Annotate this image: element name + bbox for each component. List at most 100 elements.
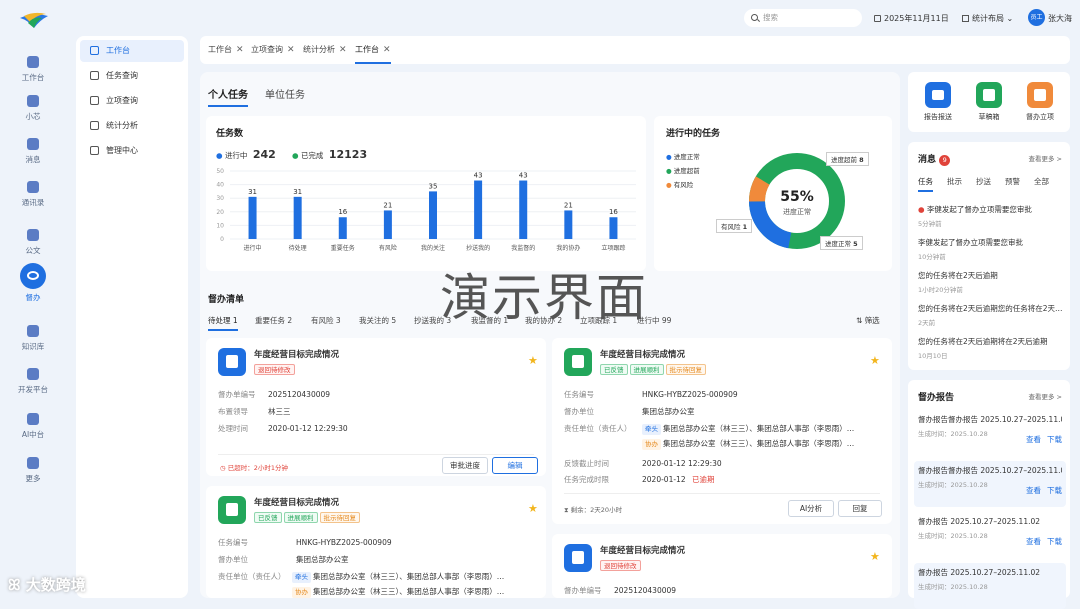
layout-dropdown[interactable]: 统计布局 ⌄: [962, 13, 1013, 24]
ongoing-tasks-card: 进行中的任务 ● 进度正常 ● 进度超前 ● 有风险 55% 进度正常 进度超前…: [654, 116, 892, 271]
quick-project-button[interactable]: 督办立项: [1020, 82, 1060, 122]
tab-workbench[interactable]: 工作台 ✕: [208, 36, 244, 64]
brand-watermark: ꕤ 大数跨境: [8, 576, 86, 594]
task-card[interactable]: 年度经营目标完成情况 退回待修改 ★ 督办单编号 2025120430009: [552, 534, 892, 598]
star-icon[interactable]: ★: [528, 354, 538, 367]
edit-button[interactable]: 编辑: [492, 457, 538, 474]
message-item[interactable]: 您的任务将在2天后逾期您的任务将在2天后… 2天前: [918, 303, 1068, 327]
report-item[interactable]: 督办报告 2025.10.27–2025.11.02 生成时间：2025.10.2…: [914, 512, 1066, 558]
list-tab[interactable]: 有风险 3: [311, 315, 341, 326]
bar-value-label: 35: [429, 182, 438, 190]
submenu-item[interactable]: 管理中心: [80, 140, 184, 162]
message-tab[interactable]: 全部: [1034, 176, 1049, 187]
robot-icon: [27, 95, 39, 107]
reply-button[interactable]: 回复: [838, 500, 882, 517]
search-input[interactable]: 搜索: [744, 9, 862, 27]
star-icon[interactable]: ★: [870, 354, 880, 367]
download-link[interactable]: 下载: [1047, 435, 1062, 444]
lead-unit: 牵头 集团总部办公室（林三三）、集团总部人事部（李思雨）…: [642, 423, 882, 435]
bar: [383, 210, 392, 239]
field-row: 督办单编号 2025120430009: [564, 586, 677, 595]
draft-icon: [976, 82, 1002, 108]
bar-value-label: 43: [519, 172, 528, 180]
rail-item[interactable]: 督办: [0, 263, 66, 303]
brand-logo-icon: ꕤ: [8, 576, 21, 594]
list-tab[interactable]: 待处理 1: [208, 315, 238, 331]
message-item[interactable]: ● 李健发起了督办立项需要您审批 5分钟前: [918, 204, 1068, 228]
submenu-item[interactable]: 任务查询: [80, 65, 184, 87]
ai-analysis-button[interactable]: AI分析: [788, 500, 834, 517]
menu-item-icon: [90, 46, 99, 55]
submenu-item[interactable]: 工作台: [80, 40, 184, 62]
field-row: 责任单位（责任人）: [564, 424, 632, 433]
task-card[interactable]: 年度经营目标完成情况 退回待修改 ★ 督办单编号 2025120430009 布置…: [206, 338, 546, 476]
message-tab[interactable]: 预警: [1005, 176, 1020, 187]
reports-more-link[interactable]: 查看更多 >: [1028, 391, 1062, 401]
star-icon[interactable]: ★: [870, 550, 880, 563]
rail-item[interactable]: 消息: [0, 138, 66, 165]
donut-percent: 55%: [780, 189, 814, 205]
menu-item-icon: [90, 121, 99, 130]
avatar[interactable]: 员工: [1028, 9, 1045, 26]
close-icon[interactable]: ✕: [287, 45, 295, 55]
close-icon[interactable]: ✕: [236, 45, 244, 55]
eye-icon: [20, 263, 46, 289]
tab-personal-tasks[interactable]: 个人任务: [208, 86, 248, 107]
bar: [338, 217, 347, 239]
report-item[interactable]: 督办报告督办报告 2025.10.27–2025.11.02 生成时间：2025.…: [914, 410, 1066, 456]
task-card[interactable]: 年度经营目标完成情况 已反馈 进展顺利 批示待回复 ★ 任务编号 HNKG-HYBZ2…: [206, 486, 546, 598]
rail-item[interactable]: 开发平台: [0, 368, 66, 395]
download-link[interactable]: 下载: [1047, 486, 1062, 495]
rail-item[interactable]: AI中台: [0, 413, 66, 440]
rail-item[interactable]: 通讯录: [0, 181, 66, 208]
tab-workbench-active[interactable]: 工作台 ✕: [355, 36, 391, 64]
message-tab[interactable]: 抄送: [976, 176, 991, 187]
callout-normal: 进度正常 5: [820, 236, 863, 250]
list-tab[interactable]: 重要任务 2: [255, 315, 292, 326]
quick-report-button[interactable]: 报告报送: [918, 82, 958, 122]
user-name[interactable]: 张大海: [1048, 13, 1072, 24]
tab-unit-tasks[interactable]: 单位任务: [265, 86, 305, 101]
message-item[interactable]: 您的任务将在2天后逾期 1小时20分钟前: [918, 270, 1068, 294]
rail-item[interactable]: 小芯: [0, 95, 66, 122]
task-count-card: 任务数 ● 进行中 242 ● 已完成 12123 0 10 20 30 40 50 31 进…: [206, 116, 646, 271]
bar-value-label: 21: [564, 201, 573, 209]
message-tab[interactable]: 批示: [947, 176, 962, 187]
report-item[interactable]: 督办报告 2025.10.27–2025.11.02 生成时间：2025.10.2…: [914, 563, 1066, 609]
quick-actions-card: 报告报送 草稿箱 督办立项: [908, 72, 1070, 132]
view-link[interactable]: 查看: [1026, 537, 1041, 546]
task-count-title: 任务数: [216, 129, 244, 139]
report-item[interactable]: 督办报告督办报告 2025.10.27–2025.11.02 生成时间：2025.…: [914, 461, 1066, 507]
chevron-down-icon: ⌄: [1006, 14, 1014, 23]
close-icon[interactable]: ✕: [339, 45, 347, 55]
approval-progress-button[interactable]: 审批进度: [442, 457, 488, 474]
list-tab[interactable]: 我关注的 5: [359, 315, 396, 326]
rail-item[interactable]: 更多: [0, 457, 66, 484]
message-item[interactable]: 李健发起了督办立项需要您审批 10分钟前: [918, 237, 1068, 261]
tab-project-query[interactable]: 立项查询 ✕: [251, 36, 295, 64]
menu-item-icon: [90, 71, 99, 80]
assist-unit: 协办 集团总部办公室（林三三）、集团总部人事部（李思雨）…: [292, 586, 538, 598]
task-card[interactable]: 年度经营目标完成情况 已反馈 进展顺利 批示待回复 ★ 任务编号 HNKG-HYBZ2…: [552, 338, 892, 524]
view-link[interactable]: 查看: [1026, 486, 1041, 495]
status-badge: 退回待修改: [254, 364, 295, 375]
y-tick-label: 10: [216, 222, 224, 229]
submenu-item[interactable]: 立项查询: [80, 90, 184, 112]
messages-more-link[interactable]: 查看更多 >: [1028, 153, 1062, 163]
view-link[interactable]: 查看: [1026, 435, 1041, 444]
tab-statistics[interactable]: 统计分析 ✕: [303, 36, 347, 64]
message-item[interactable]: 您的任务将在2天后逾期将在2天后逾期 10月10日: [918, 336, 1068, 360]
filter-button[interactable]: ⇅ 筛选: [856, 315, 880, 326]
rail-item[interactable]: 工作台: [0, 56, 66, 83]
rail-item[interactable]: 公文: [0, 229, 66, 256]
message-tab[interactable]: 任务: [918, 176, 933, 192]
filter-icon: ⇅: [856, 316, 863, 325]
unread-dot: ●: [918, 205, 927, 214]
star-icon[interactable]: ★: [528, 502, 538, 515]
quick-draft-button[interactable]: 草稿箱: [969, 82, 1009, 122]
rail-item[interactable]: 知识库: [0, 325, 66, 352]
status-badge: 进展顺利: [629, 364, 664, 375]
download-link[interactable]: 下载: [1047, 537, 1062, 546]
submenu-item[interactable]: 统计分析: [80, 115, 184, 137]
close-icon[interactable]: ✕: [383, 45, 391, 55]
